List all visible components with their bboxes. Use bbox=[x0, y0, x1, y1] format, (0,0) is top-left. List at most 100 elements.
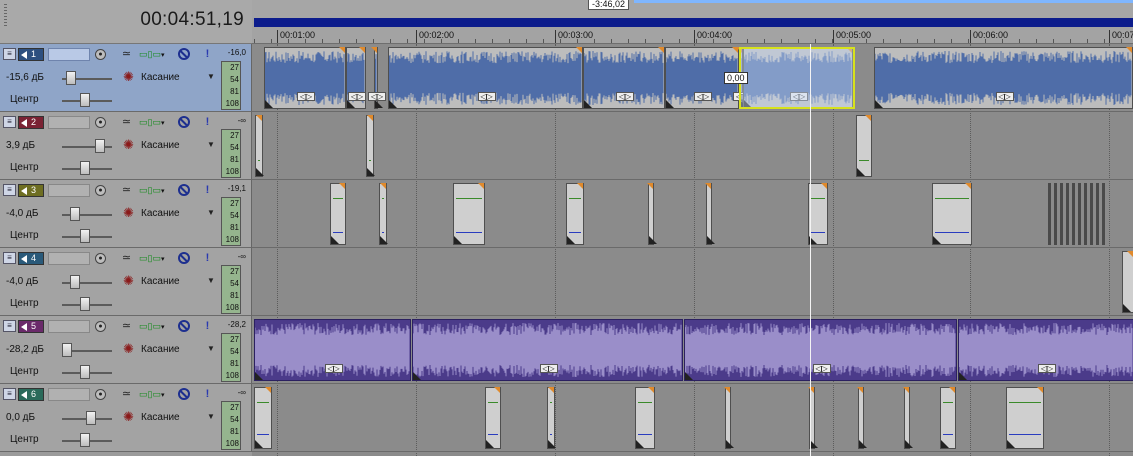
timeline-ruler[interactable]: -3:46,02 00:01:00 00:02:00 00:03:00 00:04:0… bbox=[252, 0, 1133, 44]
fade-handle[interactable] bbox=[256, 168, 264, 176]
track-lane-5[interactable]: ◁▷ ◁▷ ◁▷ ◁▷ bbox=[252, 316, 1133, 384]
event-edge-marker[interactable] bbox=[367, 115, 373, 121]
volume-slider-knob[interactable] bbox=[86, 411, 96, 425]
event-edge-marker[interactable] bbox=[256, 115, 262, 121]
volume-slider-knob[interactable] bbox=[70, 275, 80, 289]
automation-mode-label[interactable]: Касание bbox=[141, 72, 180, 83]
event-volume-handle[interactable]: ◁▷ bbox=[1038, 364, 1056, 373]
record-arm-icon[interactable]: ● bbox=[95, 49, 106, 60]
event-edge-marker[interactable] bbox=[371, 47, 377, 53]
event-edge-marker[interactable] bbox=[865, 115, 871, 121]
solo-icon[interactable]: ! bbox=[201, 320, 214, 333]
track-name-field[interactable] bbox=[48, 48, 90, 61]
volume-envelope[interactable] bbox=[456, 232, 482, 233]
fade-handle[interactable] bbox=[265, 100, 273, 108]
automation-dropdown-arrow[interactable]: ▼ bbox=[207, 344, 215, 353]
event-edge-marker[interactable] bbox=[965, 183, 971, 189]
event-edge-marker[interactable] bbox=[857, 387, 863, 393]
fade-handle[interactable] bbox=[413, 372, 421, 380]
event-edge-marker[interactable] bbox=[478, 183, 484, 189]
audio-event[interactable] bbox=[453, 183, 485, 245]
envelope-icon[interactable]: ≃ bbox=[120, 252, 133, 265]
event-edge-marker[interactable] bbox=[705, 183, 711, 189]
audio-event[interactable] bbox=[1006, 387, 1044, 449]
pan-envelope[interactable] bbox=[859, 160, 869, 161]
short-event-bar[interactable] bbox=[1060, 183, 1063, 245]
fade-handle[interactable] bbox=[857, 168, 865, 176]
short-event-bar[interactable] bbox=[1072, 183, 1075, 245]
panel-grip-handle[interactable] bbox=[4, 4, 7, 28]
volume-envelope[interactable] bbox=[569, 232, 581, 233]
audio-event[interactable] bbox=[705, 183, 715, 245]
audio-event[interactable] bbox=[724, 387, 734, 449]
track-header-3[interactable]: ≡ 3 ● ≃ ▭▯▭▾! -19,1 -4,0 дБ Центр ✺ Касание ▼ 27 54 8… bbox=[0, 180, 252, 248]
audio-event[interactable]: ◁▷ bbox=[583, 47, 665, 109]
minimize-icon[interactable]: ≡ bbox=[3, 252, 16, 264]
pan-envelope[interactable] bbox=[638, 402, 652, 403]
audio-event[interactable]: ◁▷ bbox=[412, 319, 683, 381]
volume-envelope[interactable] bbox=[333, 232, 343, 233]
audio-event[interactable]: ◁▷ bbox=[684, 319, 957, 381]
fade-handle[interactable] bbox=[941, 440, 949, 448]
fade-handle[interactable] bbox=[367, 168, 375, 176]
event-volume-handle[interactable]: ◁▷ bbox=[616, 92, 634, 101]
fade-handle[interactable] bbox=[375, 100, 383, 108]
track-name-field[interactable] bbox=[48, 252, 90, 265]
record-arm-icon[interactable]: ● bbox=[95, 389, 106, 400]
event-edge-marker[interactable] bbox=[949, 387, 955, 393]
fade-handle[interactable] bbox=[331, 236, 339, 244]
pan-envelope[interactable] bbox=[456, 198, 482, 199]
fade-handle[interactable] bbox=[548, 440, 556, 448]
volume-envelope[interactable] bbox=[550, 434, 552, 435]
fx-chain-icon[interactable]: ▭▯▭▾ bbox=[139, 253, 164, 264]
fade-handle[interactable] bbox=[454, 236, 462, 244]
audio-event[interactable] bbox=[940, 387, 956, 449]
fade-handle[interactable] bbox=[933, 236, 941, 244]
fade-handle[interactable] bbox=[584, 100, 592, 108]
short-event-bar[interactable] bbox=[1078, 183, 1081, 245]
audio-event[interactable] bbox=[485, 387, 501, 449]
automation-touch-icon[interactable]: ✺ bbox=[123, 274, 136, 287]
pan-envelope[interactable] bbox=[1009, 402, 1041, 403]
event-edge-marker[interactable] bbox=[1127, 251, 1133, 257]
pan-envelope[interactable] bbox=[258, 160, 260, 161]
pan-envelope[interactable] bbox=[488, 402, 498, 403]
automation-dropdown-arrow[interactable]: ▼ bbox=[207, 412, 215, 421]
event-volume-handle[interactable]: ◁▷ bbox=[368, 92, 386, 101]
audio-event[interactable]: ◁▷ bbox=[874, 47, 1133, 109]
fade-handle[interactable] bbox=[486, 440, 494, 448]
automation-touch-icon[interactable]: ✺ bbox=[123, 206, 136, 219]
fade-handle[interactable] bbox=[255, 372, 263, 380]
audio-event[interactable]: ◁▷ bbox=[958, 319, 1133, 381]
track-name-field[interactable] bbox=[48, 184, 90, 197]
event-edge-marker[interactable] bbox=[821, 183, 827, 189]
track-header-1[interactable]: ≡ 1 ● ≃ ▭▯▭▾! -16,0 -15,6 дБ Центр ✺ Касание ▼ 27 54… bbox=[0, 44, 252, 112]
pan-envelope[interactable] bbox=[550, 402, 552, 403]
fade-handle[interactable] bbox=[666, 100, 674, 108]
envelope-icon[interactable]: ≃ bbox=[120, 388, 133, 401]
fade-handle[interactable] bbox=[347, 100, 355, 108]
minimize-icon[interactable]: ≡ bbox=[3, 48, 16, 60]
fade-handle[interactable] bbox=[707, 236, 715, 244]
event-edge-marker[interactable] bbox=[494, 387, 500, 393]
event-volume-handle[interactable]: ◁▷ bbox=[539, 364, 558, 373]
pan-envelope[interactable] bbox=[935, 198, 969, 199]
pan-slider-knob[interactable] bbox=[80, 93, 90, 107]
volume-envelope[interactable] bbox=[382, 232, 384, 233]
fade-handle[interactable] bbox=[380, 236, 388, 244]
audio-event[interactable] bbox=[254, 387, 272, 449]
envelope-icon[interactable]: ≃ bbox=[120, 184, 133, 197]
pan-slider-knob[interactable] bbox=[80, 433, 90, 447]
pan-slider-knob[interactable] bbox=[80, 365, 90, 379]
pan-envelope[interactable] bbox=[333, 198, 343, 199]
pan-slider-knob[interactable] bbox=[80, 161, 90, 175]
loop-region-fill[interactable] bbox=[254, 18, 1133, 27]
mute-icon[interactable] bbox=[178, 388, 190, 400]
fade-handle[interactable] bbox=[255, 440, 263, 448]
audio-event[interactable]: ◁▷ bbox=[254, 319, 411, 381]
audio-event[interactable] bbox=[808, 183, 828, 245]
mute-icon[interactable] bbox=[178, 116, 190, 128]
envelope-icon[interactable]: ≃ bbox=[120, 320, 133, 333]
event-edge-marker[interactable] bbox=[265, 387, 271, 393]
pan-envelope[interactable] bbox=[257, 402, 269, 403]
